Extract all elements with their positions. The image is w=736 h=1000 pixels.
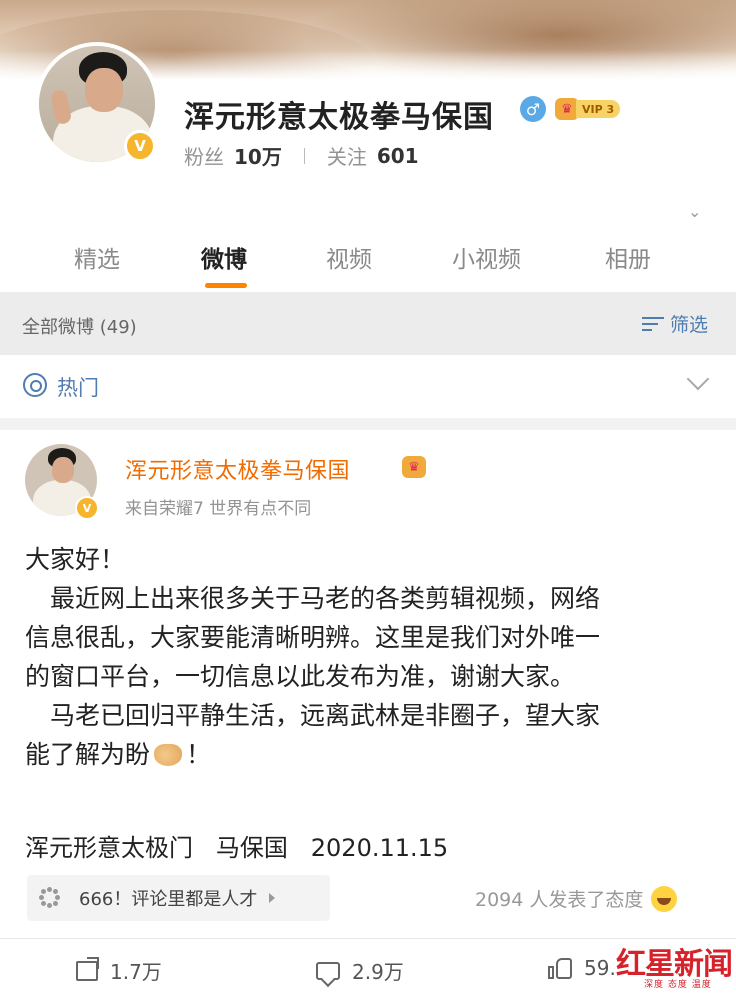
repost-icon xyxy=(76,956,99,981)
sparkle-icon xyxy=(39,887,61,909)
comment-count: 2.9万 xyxy=(352,960,404,984)
comment-button[interactable]: 2.9万 xyxy=(316,956,404,985)
filter-icon xyxy=(642,315,664,333)
crown-icon: ♛ xyxy=(402,456,426,478)
all-posts-count: 全部微博 (49) xyxy=(22,317,137,338)
verified-icon: V xyxy=(75,496,99,520)
tab-album[interactable]: 相册 xyxy=(605,240,651,274)
attitude-summary[interactable]: 2094 人发表了态度 xyxy=(475,885,678,912)
filter-button-label: 筛选 xyxy=(670,314,709,336)
arrow-right-icon xyxy=(269,893,276,903)
post-line: 最近网上出来很多关于马老的各类剪辑视频，网络 xyxy=(25,584,601,613)
tab-weibo[interactable]: 微博 xyxy=(201,240,247,274)
post-line: 马老已回归平静生活，远离武林是非圈子，望大家 xyxy=(25,701,601,730)
follow-label[interactable]: 关注 xyxy=(327,141,367,170)
stats-divider xyxy=(303,147,305,164)
post-content: 大家好！ 最近网上出来很多关于马老的各类剪辑视频，网络 信息很乱，大家要能清晰明… xyxy=(25,540,715,774)
thumbs-up-icon xyxy=(548,957,572,979)
chevron-down-icon[interactable] xyxy=(686,367,710,391)
profile-name: 浑元形意太极拳马保国 xyxy=(184,100,494,135)
post-line-text: 能了解为盼 xyxy=(25,740,151,769)
repost-button[interactable]: 1.7万 xyxy=(76,956,162,985)
post-line: 信息很乱，大家要能清晰明辨。这里是我们对外唯一 xyxy=(25,623,601,652)
comment-topic-pill[interactable]: 666！评论里都是人才 xyxy=(27,875,330,921)
post-line-last: 能了解为盼 ！ xyxy=(25,735,715,774)
hot-sort-row[interactable]: 热门 xyxy=(0,355,736,418)
active-tab-indicator xyxy=(205,283,247,288)
post-source: 来自荣耀7 世界有点不同 xyxy=(125,499,312,519)
praying-hands-icon xyxy=(154,744,183,766)
fans-label[interactable]: 粉丝 xyxy=(184,141,224,170)
like-button[interactable]: 59. xyxy=(548,956,616,980)
post-line: 的窗口平台，一切信息以此发布为准，谢谢大家。 xyxy=(25,662,576,691)
expand-chevron-icon[interactable]: ⌄ xyxy=(688,202,701,221)
fans-count[interactable]: 10万 xyxy=(234,141,282,170)
like-count: 59. xyxy=(584,956,616,980)
repost-count: 1.7万 xyxy=(110,960,162,984)
filter-button[interactable]: 筛选 xyxy=(642,310,708,337)
section-divider xyxy=(0,418,736,430)
laugh-emoji-icon xyxy=(651,885,678,912)
hot-sort-label: 热门 xyxy=(57,376,99,400)
post-line-end: ！ xyxy=(186,740,212,769)
post-signature: 浑元形意太极门 马保国 2020.11.15 xyxy=(25,834,449,862)
verified-icon: V xyxy=(124,130,156,162)
tab-featured[interactable]: 精选 xyxy=(74,240,120,274)
profile-stats: 粉丝 10万 关注 601 xyxy=(184,141,419,170)
profile-tabs: 精选 微博 视频 小视频 相册 xyxy=(0,232,736,292)
tab-video[interactable]: 视频 xyxy=(326,240,372,274)
post-greeting: 大家好！ xyxy=(25,545,126,574)
vip-level-label: VIP 3 xyxy=(576,100,621,118)
post-author-name[interactable]: 浑元形意太极拳马保国 xyxy=(125,453,350,485)
attitude-count: 2094 人发表了态度 xyxy=(475,889,644,911)
watermark-subtext: 深度 态度 温度 xyxy=(644,980,712,990)
news-watermark-logo: 红星新闻 深度 态度 温度 xyxy=(616,937,733,993)
comment-topic-text: 666！评论里都是人才 xyxy=(79,889,258,910)
vip-badge[interactable]: ♛ VIP 3 xyxy=(555,97,621,121)
filter-bar: 全部微博 (49) 筛选 xyxy=(0,292,736,355)
male-gender-icon: ♂ xyxy=(520,96,546,122)
hot-icon xyxy=(23,373,47,397)
tab-short-video[interactable]: 小视频 xyxy=(452,240,521,274)
comment-icon xyxy=(316,961,340,980)
follow-count[interactable]: 601 xyxy=(377,144,419,168)
